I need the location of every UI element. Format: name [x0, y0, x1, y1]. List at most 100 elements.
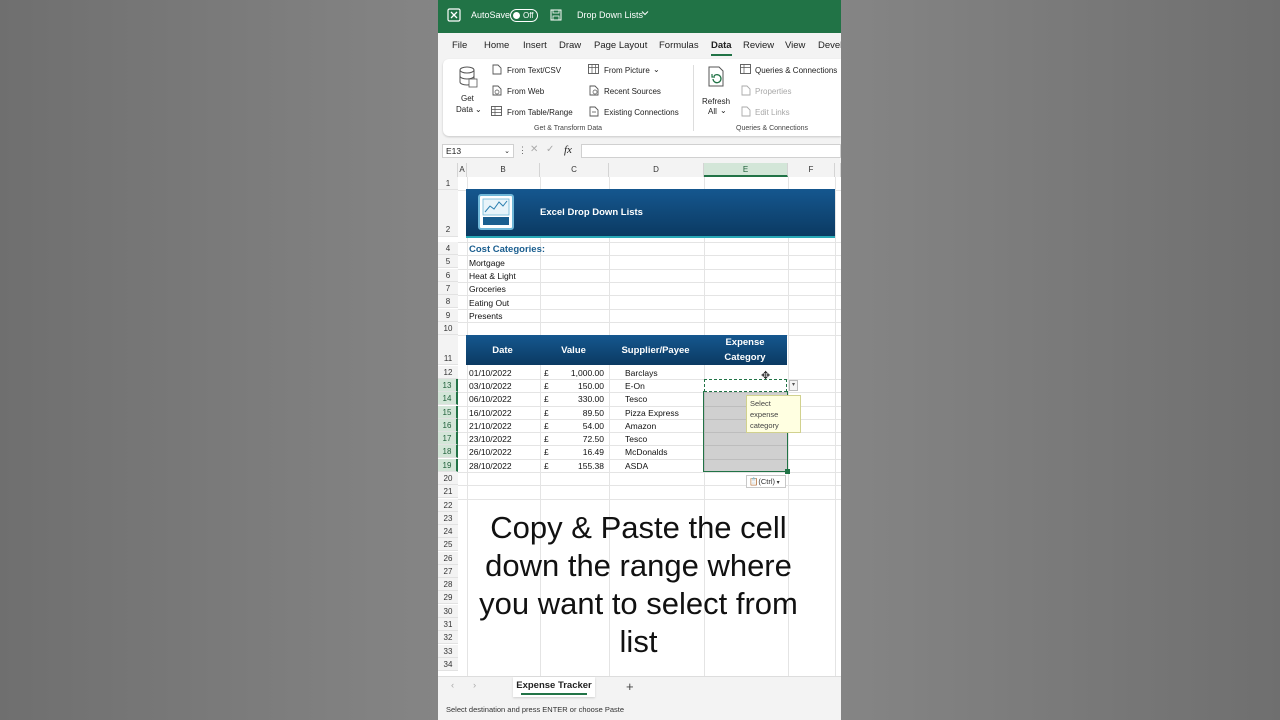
- cell-value[interactable]: 1,000.00: [568, 368, 604, 378]
- tab-developer[interactable]: Devel: [818, 40, 841, 51]
- category-item[interactable]: Heat & Light: [469, 271, 516, 281]
- row-header[interactable]: 30: [438, 605, 458, 618]
- chevron-left-icon[interactable]: ‹: [451, 680, 454, 691]
- get-data-label-1[interactable]: Get: [461, 94, 474, 103]
- chevron-down-icon[interactable]: ⌄: [475, 105, 482, 114]
- col-header-d[interactable]: D: [609, 163, 704, 177]
- row-header[interactable]: 27: [438, 565, 458, 578]
- from-text-csv-button[interactable]: From Text/CSV: [507, 66, 561, 75]
- category-item[interactable]: Eating Out: [469, 298, 509, 308]
- col-header-b[interactable]: B: [467, 163, 540, 177]
- fill-handle[interactable]: [785, 469, 790, 474]
- more-icon[interactable]: ⋮: [518, 145, 527, 156]
- copied-cell-marquee[interactable]: [704, 379, 787, 392]
- tab-view[interactable]: View: [785, 40, 805, 51]
- select-all-corner[interactable]: [438, 163, 458, 177]
- row-header[interactable]: 18: [438, 445, 458, 458]
- from-web-button[interactable]: From Web: [507, 87, 544, 96]
- cell-date[interactable]: 26/10/2022: [469, 447, 512, 457]
- chevron-down-icon[interactable]: [641, 9, 649, 19]
- cell-date[interactable]: 21/10/2022: [469, 421, 512, 431]
- category-item[interactable]: Groceries: [469, 284, 506, 294]
- cell-date[interactable]: 03/10/2022: [469, 381, 512, 391]
- row-header[interactable]: 24: [438, 525, 458, 538]
- cell-value[interactable]: 330.00: [568, 394, 604, 404]
- cancel-icon[interactable]: ✕: [530, 144, 538, 155]
- refresh-all-label-2[interactable]: All: [708, 107, 717, 116]
- col-header-c[interactable]: C: [540, 163, 609, 177]
- col-header-g[interactable]: [835, 163, 841, 177]
- row-header[interactable]: 16: [438, 419, 458, 432]
- formula-input[interactable]: [581, 144, 841, 158]
- tab-data[interactable]: Data: [711, 40, 732, 56]
- cell-value[interactable]: 54.00: [568, 421, 604, 431]
- row-header[interactable]: 1: [438, 177, 458, 190]
- tab-file[interactable]: File: [452, 40, 467, 51]
- row-header[interactable]: 4: [438, 242, 458, 255]
- row-header[interactable]: 2: [438, 190, 458, 237]
- row-header[interactable]: 6: [438, 269, 458, 282]
- cell-value[interactable]: 155.38: [568, 461, 604, 471]
- properties-button[interactable]: Properties: [755, 87, 791, 96]
- spreadsheet-grid[interactable]: A B C D E F 1 2 4 5 6 7 8 9 10 11 12 13 …: [438, 163, 841, 676]
- sheet-tab-expense-tracker[interactable]: Expense Tracker: [513, 677, 595, 697]
- col-header-a[interactable]: A: [458, 163, 467, 177]
- save-icon[interactable]: [550, 9, 562, 23]
- row-header[interactable]: 14: [438, 392, 458, 405]
- queries-connections-button[interactable]: Queries & Connections: [755, 66, 837, 75]
- chevron-right-icon[interactable]: ›: [473, 680, 476, 691]
- cell-value[interactable]: 150.00: [568, 381, 604, 391]
- tab-insert[interactable]: Insert: [523, 40, 547, 51]
- cell-value[interactable]: 16.49: [568, 447, 604, 457]
- chevron-down-icon[interactable]: ⌄: [504, 145, 510, 158]
- existing-connections-button[interactable]: Existing Connections: [604, 108, 679, 117]
- row-header[interactable]: 28: [438, 578, 458, 591]
- chevron-down-icon[interactable]: ⌄: [653, 65, 660, 74]
- tab-draw[interactable]: Draw: [559, 40, 581, 51]
- chevron-down-icon[interactable]: ⌄: [720, 106, 727, 115]
- cell-date[interactable]: 16/10/2022: [469, 408, 512, 418]
- row-header[interactable]: 20: [438, 472, 458, 485]
- cell-supplier[interactable]: E-On: [625, 381, 645, 391]
- row-header[interactable]: 32: [438, 631, 458, 644]
- cell-value[interactable]: 72.50: [568, 434, 604, 444]
- cell-supplier[interactable]: McDonalds: [625, 447, 668, 457]
- cell-value[interactable]: 89.50: [568, 408, 604, 418]
- cell-date[interactable]: 23/10/2022: [469, 434, 512, 444]
- row-header[interactable]: 8: [438, 295, 458, 308]
- category-item[interactable]: Presents: [469, 311, 503, 321]
- row-header[interactable]: 11: [438, 335, 458, 365]
- cell-date[interactable]: 01/10/2022: [469, 368, 512, 378]
- edit-links-button[interactable]: Edit Links: [755, 108, 790, 117]
- row-header[interactable]: 10: [438, 322, 458, 335]
- dropdown-arrow-icon[interactable]: ▾: [789, 380, 798, 391]
- tab-formulas[interactable]: Formulas: [659, 40, 699, 51]
- tab-home[interactable]: Home: [484, 40, 509, 51]
- row-header[interactable]: 23: [438, 512, 458, 525]
- row-header[interactable]: 33: [438, 645, 458, 658]
- col-header-f[interactable]: F: [788, 163, 835, 177]
- cell-supplier[interactable]: Pizza Express: [625, 408, 679, 418]
- cell-supplier[interactable]: ASDA: [625, 461, 648, 471]
- row-header[interactable]: 22: [438, 499, 458, 512]
- tab-page-layout[interactable]: Page Layout: [594, 40, 647, 51]
- row-header[interactable]: 26: [438, 552, 458, 565]
- insert-function-icon[interactable]: fx: [564, 144, 572, 156]
- enter-icon[interactable]: ✓: [546, 144, 554, 155]
- row-header[interactable]: 17: [438, 432, 458, 445]
- add-sheet-icon[interactable]: +: [626, 679, 634, 694]
- row-header[interactable]: 7: [438, 282, 458, 295]
- cell-supplier[interactable]: Tesco: [625, 394, 647, 404]
- cell-date[interactable]: 28/10/2022: [469, 461, 512, 471]
- from-table-range-button[interactable]: From Table/Range: [507, 108, 573, 117]
- row-header[interactable]: 31: [438, 618, 458, 631]
- row-header[interactable]: 19: [438, 459, 458, 472]
- cell-supplier[interactable]: Tesco: [625, 434, 647, 444]
- row-header[interactable]: 5: [438, 255, 458, 268]
- col-header-e[interactable]: E: [704, 163, 788, 177]
- row-header[interactable]: 34: [438, 658, 458, 671]
- row-header[interactable]: 9: [438, 309, 458, 322]
- cell-date[interactable]: 06/10/2022: [469, 394, 512, 404]
- row-header[interactable]: 15: [438, 406, 458, 419]
- document-title[interactable]: Drop Down Lists: [577, 10, 643, 20]
